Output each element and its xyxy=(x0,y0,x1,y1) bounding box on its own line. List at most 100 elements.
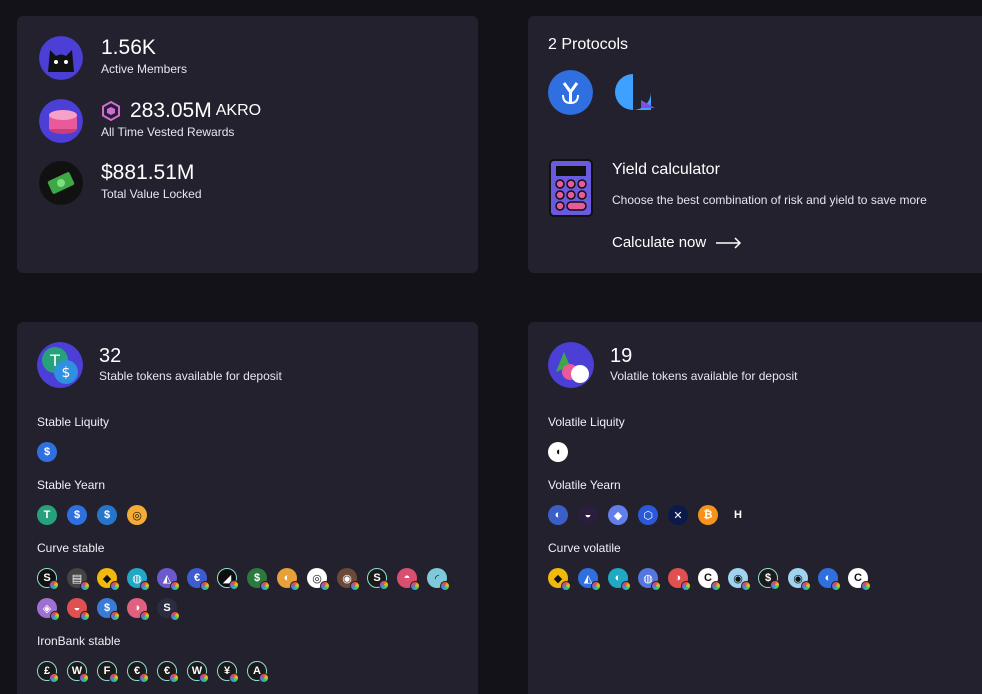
token-icon[interactable]: € xyxy=(127,661,149,683)
token-icon[interactable]: ◐ xyxy=(818,568,841,591)
token-icon[interactable]: S xyxy=(37,568,59,590)
token-icon[interactable]: ◎ xyxy=(307,568,330,591)
token-icon[interactable]: ◍ xyxy=(638,568,661,591)
token-icon[interactable]: $ xyxy=(97,505,117,525)
token-icon[interactable]: ◐ xyxy=(548,505,568,525)
pool-badge-icon xyxy=(801,581,811,591)
token-icon[interactable]: £ xyxy=(37,661,59,683)
token-icon[interactable]: W xyxy=(187,661,209,683)
stable-tokens-icon: T $ xyxy=(37,342,83,388)
calculate-now-link[interactable]: Calculate now xyxy=(612,234,742,251)
akro-token-icon xyxy=(102,101,120,121)
token-icon[interactable]: $ xyxy=(97,598,120,621)
token-icon[interactable]: $ xyxy=(247,568,270,591)
pool-badge-icon xyxy=(140,611,150,621)
token-icon[interactable]: ₿ xyxy=(698,505,718,525)
protocols-card: 2 Protocols Yield calculator Choose the … xyxy=(528,16,982,273)
pool-badge-icon xyxy=(410,581,420,591)
calculator-title: Yield calculator xyxy=(612,161,720,178)
token-icon[interactable]: ▤ xyxy=(67,568,90,591)
token-icon[interactable]: ◉ xyxy=(337,568,360,591)
stat-label: All Time Vested Rewards xyxy=(101,125,235,139)
token-icon[interactable]: ◑ xyxy=(668,568,691,591)
token-icon[interactable]: € xyxy=(187,568,210,591)
token-icon[interactable]: A xyxy=(247,661,269,683)
group-label: Volatile Yearn xyxy=(548,478,621,492)
token-icon[interactable]: ◑ xyxy=(127,598,150,621)
cat-icon xyxy=(39,36,83,80)
token-icon[interactable]: ◢ xyxy=(217,568,239,590)
token-icon[interactable]: C xyxy=(698,568,721,591)
token-icon[interactable]: ◜ xyxy=(427,568,450,591)
token-icon[interactable]: H xyxy=(728,505,748,525)
stat-vested-rewards: 283.05M AKRO All Time Vested Rewards xyxy=(39,99,261,143)
calculator-icon xyxy=(548,158,594,218)
token-icon[interactable]: ◭ xyxy=(578,568,601,591)
token-icon[interactable]: ◍ xyxy=(127,568,150,591)
token-icon[interactable]: T xyxy=(37,505,57,525)
token-icon[interactable]: ◓ xyxy=(397,568,420,591)
token-icon[interactable]: ◆ xyxy=(97,568,120,591)
token-icon[interactable]: € xyxy=(157,661,179,683)
pool-badge-icon xyxy=(170,581,180,591)
volatile-tokens-icon xyxy=(548,342,594,388)
pool-badge-icon xyxy=(169,673,179,683)
pool-badge-icon xyxy=(320,581,330,591)
token-icon[interactable]: ◭ xyxy=(157,568,180,591)
token-icon[interactable]: ¥ xyxy=(217,661,239,683)
token-icon[interactable]: ◐ xyxy=(277,568,300,591)
stable-tokens-card: T $ 32 Stable tokens available for deposi… xyxy=(17,322,478,694)
token-icon[interactable]: $ xyxy=(37,442,57,462)
protocols-title: 2 Protocols xyxy=(548,36,629,53)
group-label: Curve volatile xyxy=(548,541,621,555)
token-icon[interactable]: $ xyxy=(67,505,87,525)
pool-badge-icon xyxy=(229,673,239,683)
token-icon[interactable]: W xyxy=(67,661,89,683)
token-icon[interactable]: ◆ xyxy=(548,568,571,591)
token-list: ◐ ◒ ◆ ⬡ ✕ ₿ H xyxy=(548,505,978,535)
token-icon[interactable]: ◖ xyxy=(548,442,568,462)
token-icon[interactable]: ◐ xyxy=(608,568,631,591)
liquity-icon[interactable] xyxy=(611,70,656,115)
pool-badge-icon xyxy=(229,580,239,590)
coin-stack-icon xyxy=(39,99,83,143)
yearn-icon[interactable] xyxy=(548,70,593,115)
pool-badge-icon xyxy=(170,611,180,621)
token-list: $ xyxy=(37,442,467,472)
token-icon[interactable]: ◆ xyxy=(608,505,628,525)
token-icon[interactable]: ◎ xyxy=(127,505,147,525)
pool-badge-icon xyxy=(139,673,149,683)
pool-badge-icon xyxy=(260,581,270,591)
stat-value: $881.51M xyxy=(101,161,195,184)
money-icon xyxy=(39,161,83,205)
token-icon[interactable]: $ xyxy=(758,568,780,590)
pool-badge-icon xyxy=(80,611,90,621)
stat-value: 1.56K xyxy=(101,36,156,59)
token-icon[interactable]: F xyxy=(97,661,119,683)
pool-badge-icon xyxy=(109,673,119,683)
token-icon[interactable]: ⬡ xyxy=(638,505,658,525)
stat-tvl: $881.51M Total Value Locked xyxy=(39,161,202,205)
pool-badge-icon xyxy=(350,581,360,591)
pool-badge-icon xyxy=(110,581,120,591)
token-icon[interactable]: ◉ xyxy=(788,568,811,591)
arrow-right-icon xyxy=(716,236,742,249)
token-icon[interactable]: ◒ xyxy=(578,505,598,525)
token-icon[interactable]: S xyxy=(367,568,389,590)
svg-text:$: $ xyxy=(62,365,71,381)
token-icon[interactable]: C xyxy=(848,568,871,591)
token-icon[interactable]: ◒ xyxy=(67,598,90,621)
token-icon[interactable]: ◈ xyxy=(37,598,60,621)
stat-active-members: 1.56K Active Members xyxy=(39,36,187,80)
token-icon[interactable]: ◉ xyxy=(728,568,751,591)
token-list: £ W F € € W ¥ A xyxy=(37,661,467,691)
pool-badge-icon xyxy=(861,581,871,591)
pool-badge-icon xyxy=(621,581,631,591)
token-list: S ▤ ◆ ◍ ◭ € ◢ $ ◐ ◎ ◉ S ◓ ◜ ◈ ◒ $ ◑ S xyxy=(37,568,467,628)
pool-badge-icon xyxy=(110,611,120,621)
token-icon[interactable]: ✕ xyxy=(668,505,688,525)
pool-badge-icon xyxy=(681,581,691,591)
token-list: T $ $ ◎ xyxy=(37,505,467,535)
token-icon[interactable]: S xyxy=(157,598,180,621)
stats-card: 1.56K Active Members 283.05M AKRO All Ti… xyxy=(17,16,478,273)
